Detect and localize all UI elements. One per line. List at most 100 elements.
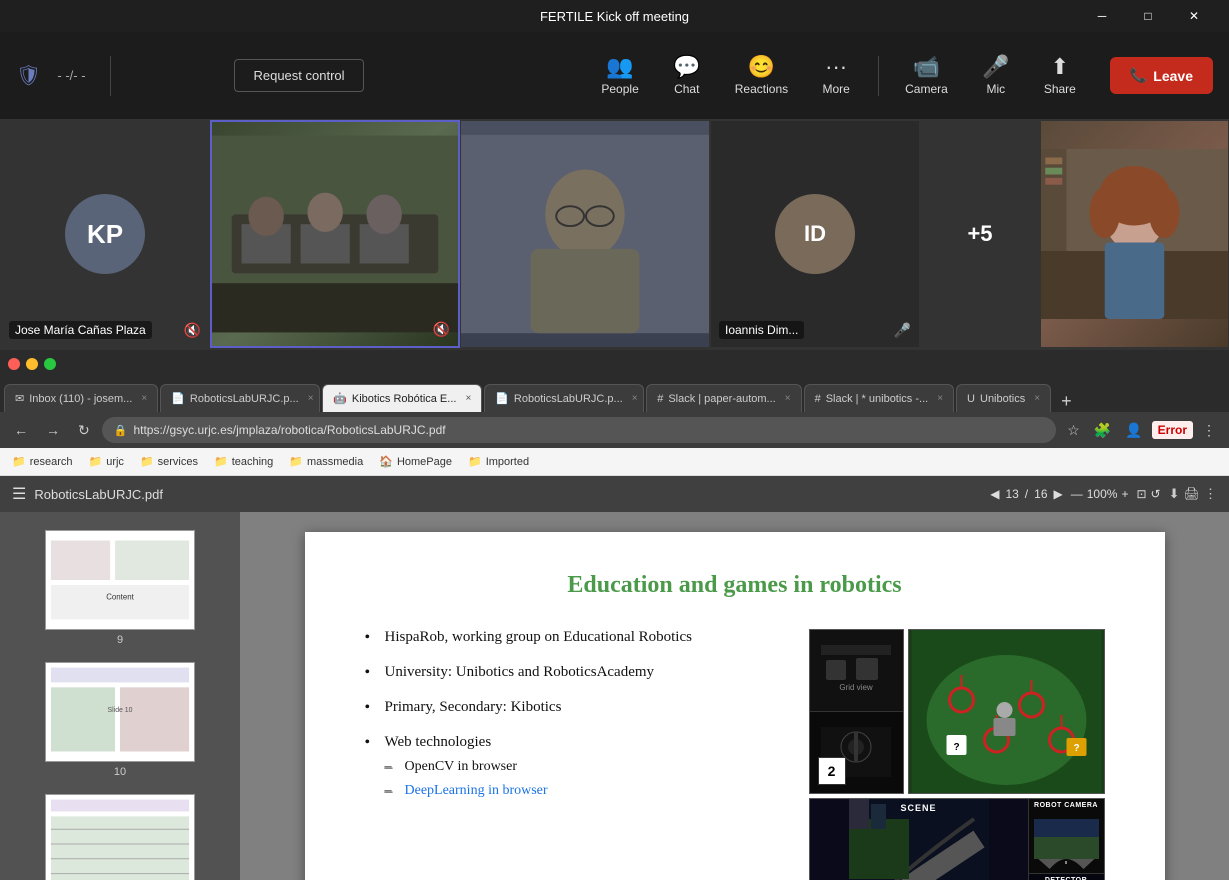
chat-button[interactable]: 💬 Chat <box>657 48 717 104</box>
extensions-button[interactable]: 🧩 <box>1089 419 1116 442</box>
traffic-light-minimize[interactable] <box>26 358 38 370</box>
pdf-images-grid: Grid view <box>809 629 1105 880</box>
back-button[interactable]: ← <box>8 418 34 442</box>
pdf-menu-button[interactable]: ☰ <box>12 484 26 504</box>
forward-button[interactable]: → <box>40 418 66 442</box>
sub-deeplearning-link[interactable]: DeepLearning in browser <box>405 783 548 798</box>
thumb-img-9: Content <box>45 530 195 630</box>
pdf-bullet-list: HispaRob, working group on Educational R… <box>365 629 772 817</box>
pdf-image-green-game: ? ? <box>908 629 1105 794</box>
svg-text:?: ? <box>1073 743 1079 754</box>
pdf-zoom-out-button[interactable]: — <box>1071 487 1083 501</box>
bullet-kibotics: Primary, Secondary: Kibotics <box>365 699 772 716</box>
tab-slack1[interactable]: # Slack | paper-autom... × <box>646 384 801 412</box>
share-button[interactable]: ⬆ Share <box>1030 48 1090 104</box>
reactions-label: Reactions <box>735 82 788 96</box>
tab-close-roboticslab2[interactable]: × <box>632 393 638 404</box>
close-button[interactable]: ✕ <box>1171 0 1217 32</box>
pdf-viewer: ☰ RoboticsLabURJC.pdf ◀ 13 / 16 ▶ — 100%… <box>0 476 1229 880</box>
mic-button[interactable]: 🎤 Mic <box>966 48 1026 104</box>
reactions-button[interactable]: 😊 Reactions <box>721 48 802 104</box>
share-icon: ⬆ <box>1051 56 1069 78</box>
tab-unibotics[interactable]: U Unibotics × <box>956 384 1051 412</box>
more-button[interactable]: ··· More <box>806 48 866 104</box>
tab-kibotics[interactable]: 🤖 Kibotics Robótica E... × <box>322 384 482 412</box>
request-control-button[interactable]: Request control <box>234 59 363 92</box>
video-tile-kp[interactable]: KP Jose María Cañas Plaza 🔇 <box>0 120 210 348</box>
leave-button[interactable]: 📞 Leave <box>1110 57 1213 94</box>
ioannis-avatar: ID <box>775 194 855 274</box>
tab-close-slack1[interactable]: × <box>785 393 791 404</box>
url-text: https://gsyc.urjc.es/jmplaza/robotica/Ro… <box>133 423 1044 437</box>
traffic-light-fullscreen[interactable] <box>44 358 56 370</box>
reload-button[interactable]: ↻ <box>72 418 96 443</box>
robot-camera-view: ROBOT CAMERA <box>1029 799 1104 874</box>
kp-avatar: KP <box>65 194 145 274</box>
tab-label-roboticslab2: RoboticsLabURJC.p... <box>514 393 623 405</box>
thumbnail-11[interactable]: 11 <box>0 786 240 880</box>
pdf-next-button[interactable]: ▶ <box>1054 487 1063 501</box>
restore-button[interactable]: □ <box>1125 0 1171 32</box>
url-bar[interactable]: 🔒 https://gsyc.urjc.es/jmplaza/robotica/… <box>102 417 1056 443</box>
bookmark-imported[interactable]: 📁 Imported <box>464 453 533 470</box>
bookmark-urjc[interactable]: 📁 urjc <box>85 453 128 470</box>
pdf-num-badge: 2 <box>818 757 846 785</box>
video-tile-ioannis[interactable]: ID Ioannis Dim... 🎤 <box>710 120 920 348</box>
tab-close-kibotics[interactable]: × <box>465 393 471 404</box>
video-tile-room[interactable]: 🔇 <box>210 120 460 348</box>
mic-icon: 🎤 <box>982 56 1009 78</box>
thumbnail-10[interactable]: Slide 10 10 <box>0 654 240 786</box>
star-button[interactable]: ☆ <box>1062 419 1085 442</box>
tab-inbox[interactable]: ✉ Inbox (110) - josem... × <box>4 384 158 412</box>
pdf-fit-button[interactable]: ⊡ <box>1136 487 1146 501</box>
video-tile-home[interactable] <box>1040 120 1229 348</box>
pdf-prev-button[interactable]: ◀ <box>990 487 999 501</box>
pdf-toolbar: ☰ RoboticsLabURJC.pdf ◀ 13 / 16 ▶ — 100%… <box>0 476 1229 512</box>
new-tab-button[interactable]: + <box>1053 391 1080 412</box>
camera-label: Camera <box>905 82 948 96</box>
person-video-svg <box>461 121 709 347</box>
toolbar-actions: 👥 People 💬 Chat 😊 Reactions ··· More 📹 C… <box>587 48 1213 104</box>
thumbnail-9[interactable]: Content 9 <box>0 522 240 654</box>
error-button[interactable]: Error <box>1152 421 1193 439</box>
reactions-icon: 😊 <box>748 56 775 78</box>
video-tile-person[interactable] <box>460 120 710 348</box>
bookmark-services[interactable]: 📁 services <box>136 453 202 470</box>
camera-button[interactable]: 📹 Camera <box>891 48 962 104</box>
pdf-rotate-button[interactable]: ↺ <box>1151 487 1161 501</box>
profile-button[interactable]: 👤 <box>1120 419 1147 442</box>
traffic-light-close[interactable] <box>8 358 20 370</box>
bookmark-massmedia[interactable]: 📁 massmedia <box>285 453 367 470</box>
pdf-slide-title: Education and games in robotics <box>365 572 1105 599</box>
tab-roboticslab2[interactable]: 📄 RoboticsLabURJC.p... × <box>484 384 644 412</box>
room-mute-icon: 🔇 <box>433 321 450 338</box>
menu-button[interactable]: ⋮ <box>1197 419 1221 442</box>
tab-close-slack2[interactable]: × <box>937 393 943 404</box>
svg-text:?: ? <box>953 742 959 753</box>
tab-bar: ✉ Inbox (110) - josem... × 📄 RoboticsLab… <box>0 378 1229 412</box>
bookmark-research[interactable]: 📁 research <box>8 453 77 470</box>
pdf-print-button[interactable]: 🖨 <box>1183 486 1200 502</box>
pdf-action-buttons: ⬇ 🖨 ⋮ <box>1169 486 1217 502</box>
tab-close-unibotics[interactable]: × <box>1034 393 1040 404</box>
tab-close-inbox[interactable]: × <box>141 393 147 404</box>
tab-slack2[interactable]: # Slack | * unibotics -... × <box>804 384 954 412</box>
pdf-options-button[interactable]: ⋮ <box>1204 486 1217 502</box>
svg-text:Content: Content <box>106 593 134 602</box>
tab-favicon-roboticslab2: 📄 <box>495 392 509 405</box>
meeting-code: - -/- - <box>57 68 85 83</box>
tab-label-roboticslab1: RoboticsLabURJC.p... <box>190 393 299 405</box>
pdf-download-button[interactable]: ⬇ <box>1169 486 1180 502</box>
bookmark-teaching[interactable]: 📁 teaching <box>210 453 277 470</box>
tab-label-slack1: Slack | paper-autom... <box>668 393 775 405</box>
chat-icon: 💬 <box>673 56 700 78</box>
people-button[interactable]: 👥 People <box>587 48 652 104</box>
video-tile-more[interactable]: +5 <box>920 120 1040 348</box>
pdf-zoom-in-button[interactable]: + <box>1121 487 1128 501</box>
pdf-content[interactable]: Education and games in robotics HispaRob… <box>240 512 1229 880</box>
bookmark-homepage[interactable]: 🏠 HomePage <box>375 453 456 470</box>
tab-roboticslab1[interactable]: 📄 RoboticsLabURJC.p... × <box>160 384 320 412</box>
minimize-button[interactable]: ─ <box>1079 0 1125 32</box>
pdf-zoom-level: 100% <box>1087 487 1118 501</box>
tab-close-roboticslab1[interactable]: × <box>308 393 314 404</box>
